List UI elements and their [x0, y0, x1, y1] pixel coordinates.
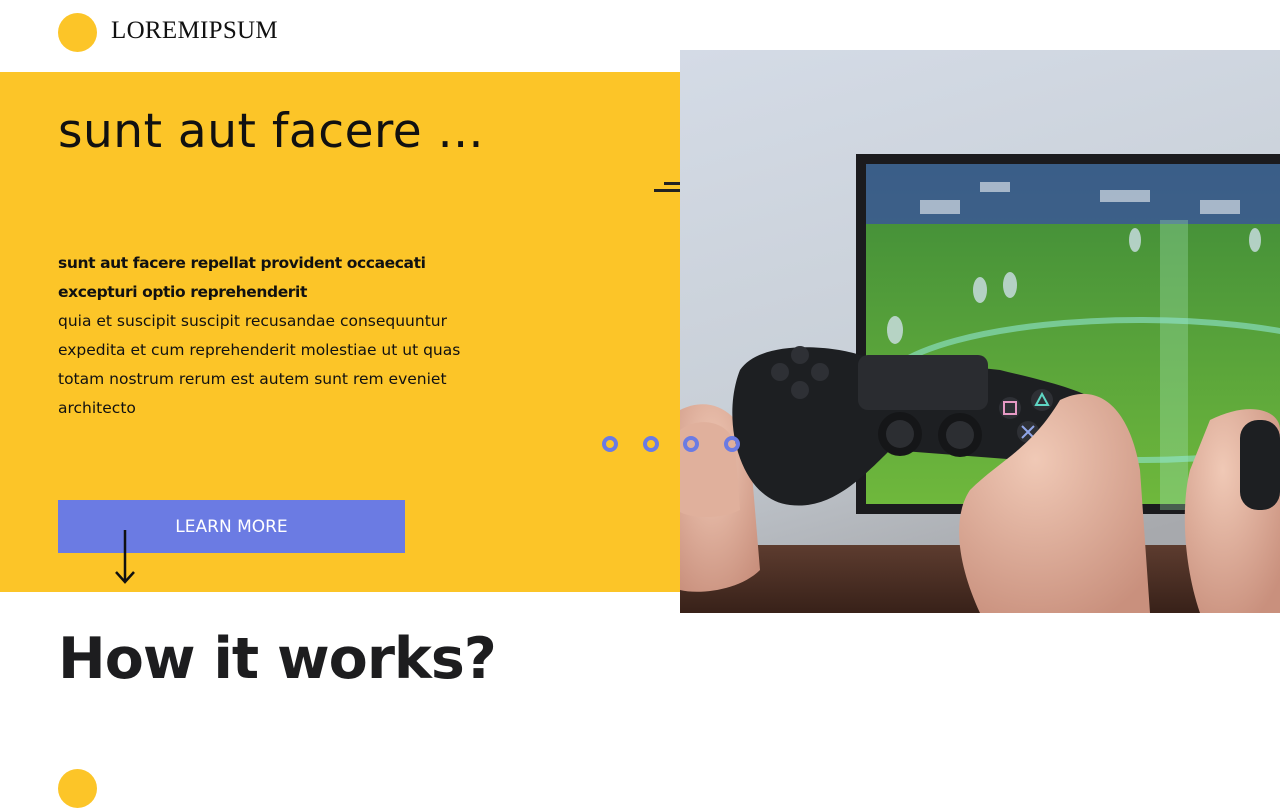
- arrow-down-icon[interactable]: [113, 530, 137, 585]
- slider-dots: [602, 436, 752, 462]
- slider-dot-1[interactable]: [602, 436, 618, 452]
- learn-more-button[interactable]: LEARN MORE: [58, 500, 405, 553]
- step-circle-icon: [58, 769, 97, 808]
- section-title: How it works?: [58, 626, 497, 692]
- hero-description-body: quia et suscipit suscipit recusandae con…: [58, 312, 461, 417]
- hero-title: sunt aut facere ...: [58, 104, 484, 159]
- slider-dot-4[interactable]: [724, 436, 740, 452]
- slider-dot-3[interactable]: [683, 436, 699, 452]
- hero-description: sunt aut facere repellat provident occae…: [58, 249, 498, 423]
- logo-text[interactable]: LOREMIPSUM: [111, 17, 277, 45]
- logo-circle-icon[interactable]: [58, 13, 97, 52]
- hero-description-bold: sunt aut facere repellat provident occae…: [58, 254, 426, 301]
- game-controller-photo: [680, 50, 1280, 613]
- slider-dot-2[interactable]: [643, 436, 659, 452]
